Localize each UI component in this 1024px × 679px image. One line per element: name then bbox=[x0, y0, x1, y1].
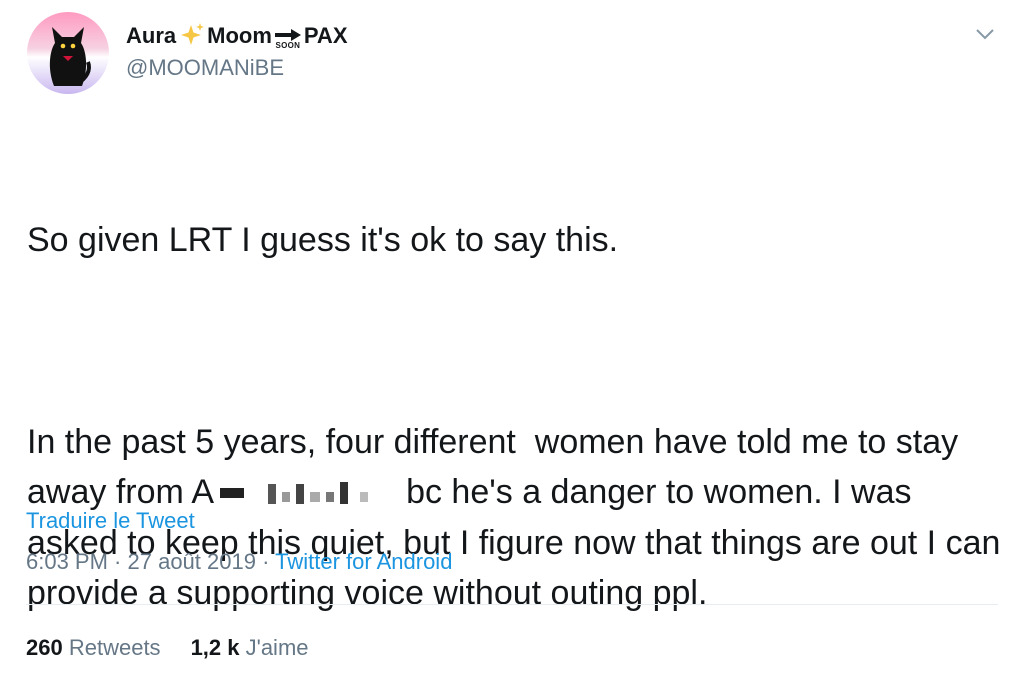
tweet-stats: 260 Retweets 1,2 k J'aime bbox=[26, 635, 309, 661]
tweet-source-link[interactable]: Twitter for Android bbox=[275, 549, 452, 574]
display-name-part: Moom bbox=[207, 23, 272, 48]
retweets-label: Retweets bbox=[68, 635, 161, 660]
chevron-down-icon[interactable] bbox=[974, 25, 996, 43]
soon-label: SOON bbox=[275, 41, 301, 50]
tweet-meta: 6:03 PM · 27 août 2019 · Twitter for And… bbox=[26, 549, 452, 575]
redacted-name bbox=[220, 482, 369, 505]
display-name-part: PAX bbox=[303, 23, 348, 48]
retweets-stat[interactable]: 260 Retweets bbox=[26, 635, 161, 660]
sparkles-icon bbox=[181, 23, 205, 45]
black-cat-avatar bbox=[49, 27, 91, 86]
soon-badge: SOON bbox=[274, 28, 302, 50]
avatar[interactable] bbox=[27, 12, 109, 94]
tweet-date[interactable]: 27 août 2019 bbox=[128, 549, 256, 574]
meta-separator: · bbox=[255, 549, 276, 574]
likes-count: 1,2 k bbox=[190, 635, 240, 660]
tweet-line: So given LRT I guess it's ok to say this… bbox=[27, 221, 619, 259]
meta-separator: · bbox=[107, 549, 128, 574]
divider bbox=[26, 604, 998, 605]
author-display-name[interactable]: Aura Moom SOON PAX bbox=[126, 20, 348, 50]
display-name-part: Aura bbox=[126, 23, 177, 48]
likes-stat[interactable]: 1,2 k J'aime bbox=[191, 635, 309, 660]
tweet-time[interactable]: 6:03 PM bbox=[26, 549, 108, 574]
author-handle[interactable]: @MOOMANiBE bbox=[126, 55, 284, 81]
retweets-count: 260 bbox=[26, 635, 63, 660]
likes-label: J'aime bbox=[245, 635, 309, 660]
tweet-text: So given LRT I guess it's ok to say this… bbox=[27, 114, 1002, 669]
translate-tweet-link[interactable]: Traduire le Tweet bbox=[26, 508, 195, 534]
soon-arrow-icon bbox=[274, 29, 301, 41]
